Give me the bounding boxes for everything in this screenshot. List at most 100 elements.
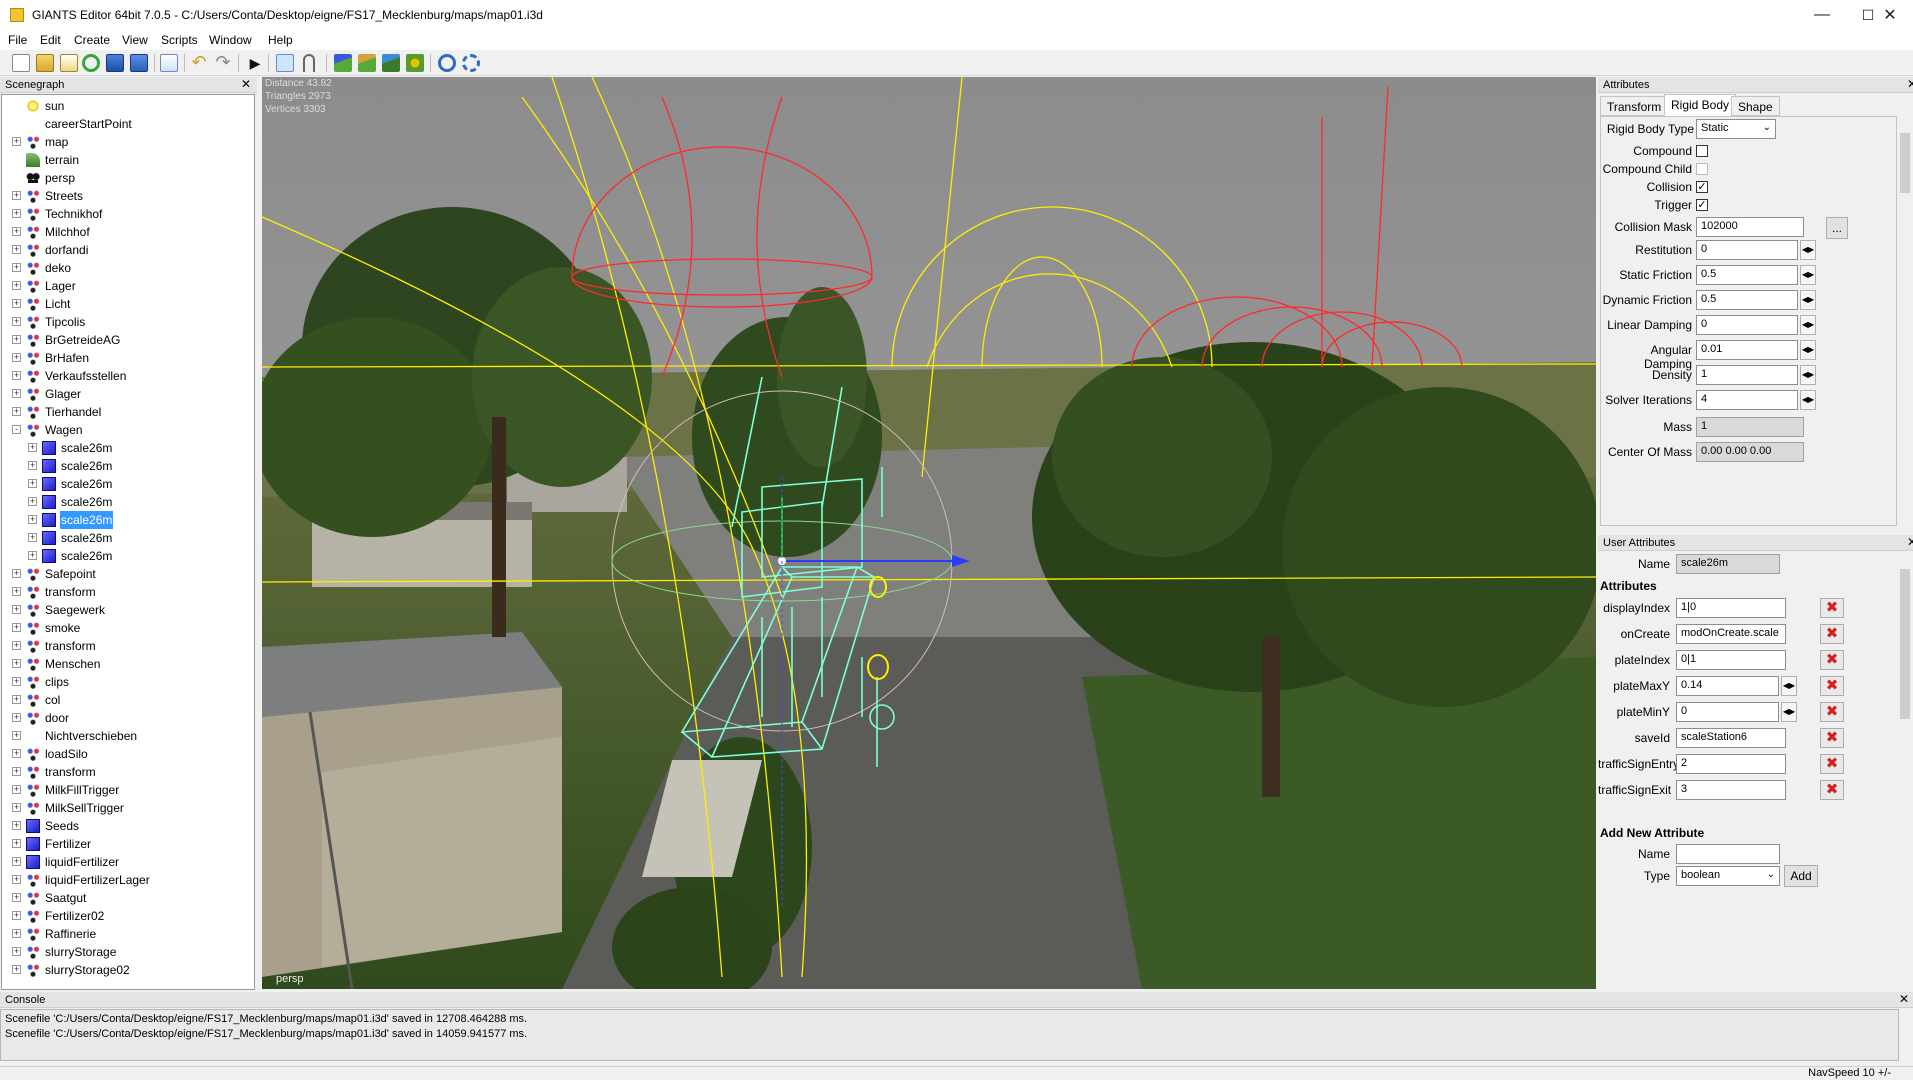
expand-icon[interactable]: + bbox=[12, 911, 21, 920]
rigid-body-field-input[interactable]: 1 bbox=[1696, 365, 1798, 385]
scenegraph-close-icon[interactable]: ✕ bbox=[241, 77, 251, 91]
expand-icon[interactable]: + bbox=[12, 659, 21, 668]
scenegraph-node[interactable]: + BrGetreideAG bbox=[2, 331, 252, 349]
expand-icon[interactable]: + bbox=[12, 767, 21, 776]
3d-viewport[interactable]: Distance 43.82 Triangles 2973 Vertices 3… bbox=[262, 77, 1596, 989]
expand-icon[interactable]: + bbox=[28, 443, 37, 452]
scenegraph-node[interactable]: + Tierhandel bbox=[2, 403, 252, 421]
minimize-button[interactable]: — bbox=[1799, 0, 1845, 30]
expand-icon[interactable]: + bbox=[28, 479, 37, 488]
user-attributes-scroll-thumb[interactable] bbox=[1900, 569, 1910, 719]
decal-icon[interactable] bbox=[406, 54, 424, 72]
delete-attribute-icon[interactable]: ✖ bbox=[1820, 728, 1844, 748]
scenegraph-node[interactable]: + liquidFertilizer bbox=[2, 853, 252, 871]
user-attributes-scrollbar[interactable] bbox=[1898, 555, 1912, 985]
expand-icon[interactable]: + bbox=[12, 623, 21, 632]
export-icon[interactable] bbox=[160, 54, 178, 72]
expand-icon[interactable]: + bbox=[12, 317, 21, 326]
new-attribute-name-input[interactable] bbox=[1676, 844, 1780, 864]
delete-attribute-icon[interactable]: ✖ bbox=[1820, 780, 1844, 800]
scenegraph-node[interactable]: + Menschen bbox=[2, 655, 252, 673]
scenegraph-node[interactable]: + Nichtverschieben bbox=[2, 727, 252, 745]
scenegraph-node[interactable]: + Safepoint bbox=[2, 565, 252, 583]
scenegraph-node[interactable]: careerStartPoint bbox=[2, 115, 252, 133]
expand-icon[interactable]: + bbox=[12, 137, 21, 146]
delete-attribute-icon[interactable]: ✖ bbox=[1820, 624, 1844, 644]
save-as-icon[interactable] bbox=[130, 54, 148, 72]
tab-shape[interactable]: Shape bbox=[1731, 96, 1780, 116]
menu-window[interactable]: Window bbox=[209, 33, 252, 47]
user-attribute-input[interactable]: modOnCreate.scale bbox=[1676, 624, 1786, 644]
expand-icon[interactable]: + bbox=[12, 749, 21, 758]
expand-icon[interactable]: + bbox=[12, 227, 21, 236]
menu-file[interactable]: File bbox=[8, 33, 27, 47]
expand-icon[interactable]: + bbox=[12, 605, 21, 614]
collapse-icon[interactable]: - bbox=[12, 425, 21, 434]
scenegraph-node[interactable]: + Verkaufsstellen bbox=[2, 367, 252, 385]
scenegraph-node[interactable]: + Milchhof bbox=[2, 223, 252, 241]
scenegraph-node[interactable]: + smoke bbox=[2, 619, 252, 637]
expand-icon[interactable]: + bbox=[12, 947, 21, 956]
move-mode-icon[interactable] bbox=[303, 54, 315, 72]
scenegraph-node[interactable]: + liquidFertilizerLager bbox=[2, 871, 252, 889]
rigid-body-field-input[interactable]: 4 bbox=[1696, 390, 1798, 410]
expand-icon[interactable]: + bbox=[12, 731, 21, 740]
scenegraph-node[interactable]: + transform bbox=[2, 763, 252, 781]
tab-transform[interactable]: Transform bbox=[1600, 96, 1669, 116]
spinner-arrows-icon[interactable]: ◀▶ bbox=[1800, 340, 1816, 360]
play-icon[interactable]: ▶ bbox=[246, 54, 264, 72]
delete-attribute-icon[interactable]: ✖ bbox=[1820, 676, 1844, 696]
expand-icon[interactable]: + bbox=[28, 497, 37, 506]
scenegraph-node[interactable]: + Licht bbox=[2, 295, 252, 313]
expand-icon[interactable]: + bbox=[28, 551, 37, 560]
scenegraph-node[interactable]: + Seeds bbox=[2, 817, 252, 835]
scenegraph-node[interactable]: + slurryStorage02 bbox=[2, 961, 252, 979]
expand-icon[interactable]: + bbox=[12, 389, 21, 398]
expand-icon[interactable]: + bbox=[12, 299, 21, 308]
scenegraph-node[interactable]: + Saegewerk bbox=[2, 601, 252, 619]
expand-icon[interactable]: + bbox=[12, 821, 21, 830]
scenegraph-node[interactable]: + dorfandi bbox=[2, 241, 252, 259]
delete-attribute-icon[interactable]: ✖ bbox=[1820, 598, 1844, 618]
expand-icon[interactable]: + bbox=[12, 875, 21, 884]
scenegraph-node[interactable]: + scale26m bbox=[2, 439, 252, 457]
user-attributes-close-icon[interactable]: ✕ bbox=[1907, 535, 1913, 549]
scenegraph-node[interactable]: + Fertilizer bbox=[2, 835, 252, 853]
menu-view[interactable]: View bbox=[122, 33, 148, 47]
expand-icon[interactable]: + bbox=[12, 677, 21, 686]
spinner-arrows-icon[interactable]: ◀▶ bbox=[1800, 390, 1816, 410]
scenegraph-node[interactable]: + MilkSellTrigger bbox=[2, 799, 252, 817]
scenegraph-node[interactable]: + clips bbox=[2, 673, 252, 691]
tab-rigid-body[interactable]: Rigid Body bbox=[1664, 94, 1737, 116]
scenegraph-node[interactable]: + transform bbox=[2, 583, 252, 601]
delete-attribute-icon[interactable]: ✖ bbox=[1820, 702, 1844, 722]
expand-icon[interactable]: + bbox=[28, 515, 37, 524]
user-attribute-input[interactable]: scaleStation6 bbox=[1676, 728, 1786, 748]
user-attribute-input[interactable]: 2 bbox=[1676, 754, 1786, 774]
expand-icon[interactable]: + bbox=[28, 533, 37, 542]
navigation-icon[interactable] bbox=[438, 54, 456, 72]
user-attribute-input[interactable]: 3 bbox=[1676, 780, 1786, 800]
spinner-arrows-icon[interactable]: ◀▶ bbox=[1800, 240, 1816, 260]
scenegraph-node[interactable]: + scale26m bbox=[2, 529, 252, 547]
expand-icon[interactable]: + bbox=[28, 461, 37, 470]
user-attribute-input[interactable]: 0 bbox=[1676, 702, 1779, 722]
expand-icon[interactable]: + bbox=[12, 569, 21, 578]
scenegraph-node[interactable]: + scale26m bbox=[2, 457, 252, 475]
scenegraph-tree[interactable]: sun careerStartPoint + map terrain persp + Stre… bbox=[1, 94, 255, 990]
delete-attribute-icon[interactable]: ✖ bbox=[1820, 650, 1844, 670]
rigid-body-type-select[interactable]: Static ⌄ bbox=[1696, 119, 1776, 139]
edit-icon[interactable] bbox=[60, 54, 78, 72]
rigid-body-field-input[interactable]: 0.5 bbox=[1696, 290, 1798, 310]
trigger-checkbox[interactable]: ✓ bbox=[1696, 199, 1708, 211]
terrain-sculpt-icon[interactable] bbox=[334, 54, 352, 72]
scenegraph-node[interactable]: + Raffinerie bbox=[2, 925, 252, 943]
expand-icon[interactable]: + bbox=[12, 245, 21, 254]
rigid-body-field-input[interactable]: 0 bbox=[1696, 240, 1798, 260]
expand-icon[interactable]: + bbox=[12, 695, 21, 704]
compound-child-checkbox[interactable] bbox=[1696, 163, 1708, 175]
scenegraph-node[interactable]: + scale26m bbox=[2, 547, 252, 565]
menu-scripts[interactable]: Scripts bbox=[161, 33, 198, 47]
open-icon[interactable] bbox=[36, 54, 54, 72]
expand-icon[interactable]: + bbox=[12, 839, 21, 848]
